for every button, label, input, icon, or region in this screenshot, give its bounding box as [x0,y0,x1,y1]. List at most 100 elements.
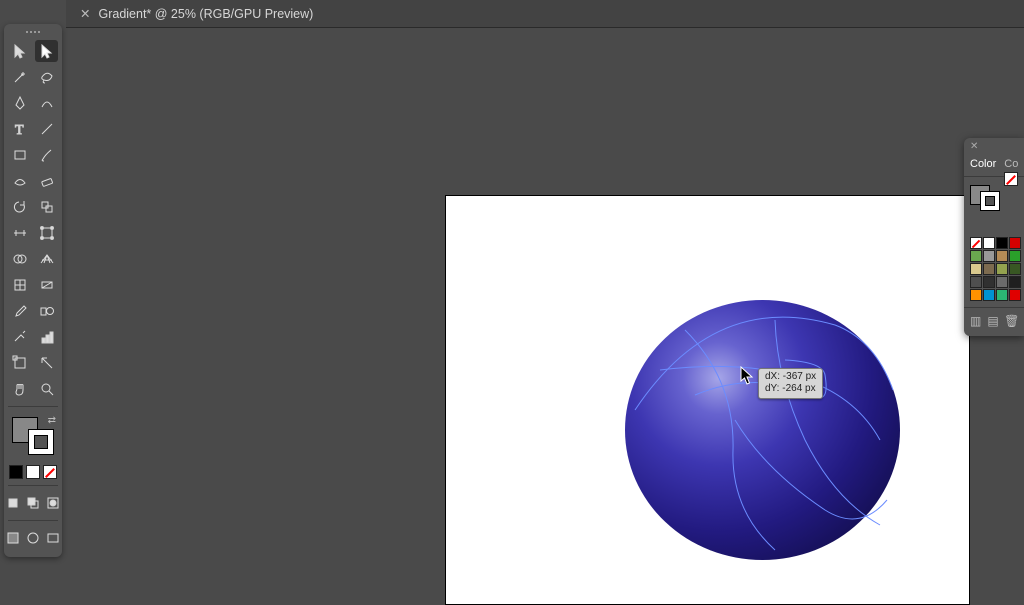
color-swatch[interactable] [983,276,995,288]
tab-color-guide[interactable]: Co [1004,158,1018,170]
inside-icon [45,495,61,511]
tab-color[interactable]: Color [970,158,996,170]
free-transform-tool[interactable] [35,222,58,244]
direct-selection-tool[interactable] [35,40,58,62]
close-tab-icon[interactable]: ✕ [80,6,90,21]
perspective-grid-icon [39,251,55,267]
mesh-tool[interactable] [8,274,31,296]
swap-fill-stroke-icon[interactable]: ⇄ [48,415,56,426]
selection-icon [12,43,28,59]
curvature-tool[interactable] [35,92,58,114]
color-swatch[interactable] [996,250,1008,262]
width-icon [12,225,28,241]
screen-mode-tool[interactable] [45,527,61,549]
column-graph-icon [39,329,55,345]
color-swatch[interactable] [983,237,995,249]
color-swatch[interactable] [970,289,982,301]
mini-swatch-none[interactable] [43,465,57,479]
mesh-overlay [625,300,900,560]
line-segment-tool[interactable] [35,118,58,140]
eraser-icon [39,173,55,189]
paintbrush-icon [39,147,55,163]
curvature-icon [39,95,55,111]
zoom-tool[interactable] [35,378,58,400]
shape-builder-icon [12,251,28,267]
gradient-sphere[interactable] [625,300,900,560]
svg-text:T: T [15,123,24,137]
rotate-icon [12,199,28,215]
gradient-tool[interactable] [35,274,58,296]
scale-tool[interactable] [35,196,58,218]
color-swatch[interactable] [996,276,1008,288]
panel-stroke-swatch[interactable] [980,191,1000,211]
color-swatch[interactable] [1009,250,1021,262]
color-swatch[interactable] [970,276,982,288]
behind-tool[interactable] [25,492,41,514]
symbol-sprayer-icon [12,329,28,345]
artboard-tool[interactable] [8,352,31,374]
fill-stroke-swatch[interactable]: ⇄ [12,417,54,455]
type-tool[interactable]: T [8,118,31,140]
direct-selection-icon [39,43,55,59]
zoom-icon [39,381,55,397]
width-tool[interactable] [8,222,31,244]
stroke-swatch[interactable] [28,429,54,455]
color-swatch[interactable] [983,250,995,262]
color-swatch[interactable] [983,263,995,275]
mini-swatch-black[interactable] [9,465,23,479]
selection-tool[interactable] [8,40,31,62]
magic-wand-tool[interactable] [8,66,31,88]
inside-tool[interactable] [45,492,61,514]
symbol-sprayer-tool[interactable] [8,326,31,348]
lasso-tool[interactable] [35,66,58,88]
normal-tool[interactable] [5,492,21,514]
free-transform-icon [39,225,55,241]
color-swatch[interactable] [970,237,982,249]
shape-builder-tool[interactable] [8,248,31,270]
paintbrush-tool[interactable] [35,144,58,166]
mini-swatch-white[interactable] [26,465,40,479]
lasso-icon [39,69,55,85]
color-swatch[interactable] [996,289,1008,301]
color-swatch[interactable] [970,263,982,275]
color-swatch[interactable] [1009,237,1021,249]
blend-tool[interactable] [35,300,58,322]
pen-tool[interactable] [8,92,31,114]
drawing-mode-tool[interactable] [25,527,41,549]
eraser-tool[interactable] [35,170,58,192]
document-tab[interactable]: ✕ Gradient* @ 25% (RGB/GPU Preview) [66,0,1024,28]
color-swatch[interactable] [1009,289,1021,301]
perspective-grid-tool[interactable] [35,248,58,270]
hand-tool[interactable] [8,378,31,400]
rectangle-tool[interactable] [8,144,31,166]
color-swatch[interactable] [970,250,982,262]
rotate-tool[interactable] [8,196,31,218]
color-panel: ✕ Color Co ▥ ▤ 🗑 [964,138,1024,336]
tools-grip[interactable] [8,28,58,36]
panel-none-swatch[interactable] [1004,172,1018,186]
show-options-icon[interactable]: ▤ [987,314,998,328]
rectangle-icon [12,147,28,163]
eyedropper-icon [12,303,28,319]
color-swatch[interactable] [1009,263,1021,275]
magic-wand-icon [12,69,28,85]
normal-icon [5,495,21,511]
delete-icon[interactable]: 🗑 [1005,314,1019,328]
swatch-libraries-icon[interactable]: ▥ [970,314,981,328]
color-swatch[interactable] [996,237,1008,249]
dx-label: dX: [765,371,780,382]
panel-fill-stroke[interactable] [970,185,1000,211]
dx-value: -367 px [783,371,816,382]
color-swatch[interactable] [996,263,1008,275]
line-segment-icon [39,121,55,137]
drawing-mode-icon [25,530,41,546]
close-panel-icon[interactable]: ✕ [964,138,1024,154]
eyedropper-tool[interactable] [8,300,31,322]
slice-tool[interactable] [35,352,58,374]
color-swatch[interactable] [1009,276,1021,288]
color-swatch[interactable] [983,289,995,301]
shaper-tool[interactable] [8,170,31,192]
column-graph-tool[interactable] [35,326,58,348]
blend-icon [39,303,55,319]
toggle-fill-tool[interactable] [5,527,21,549]
